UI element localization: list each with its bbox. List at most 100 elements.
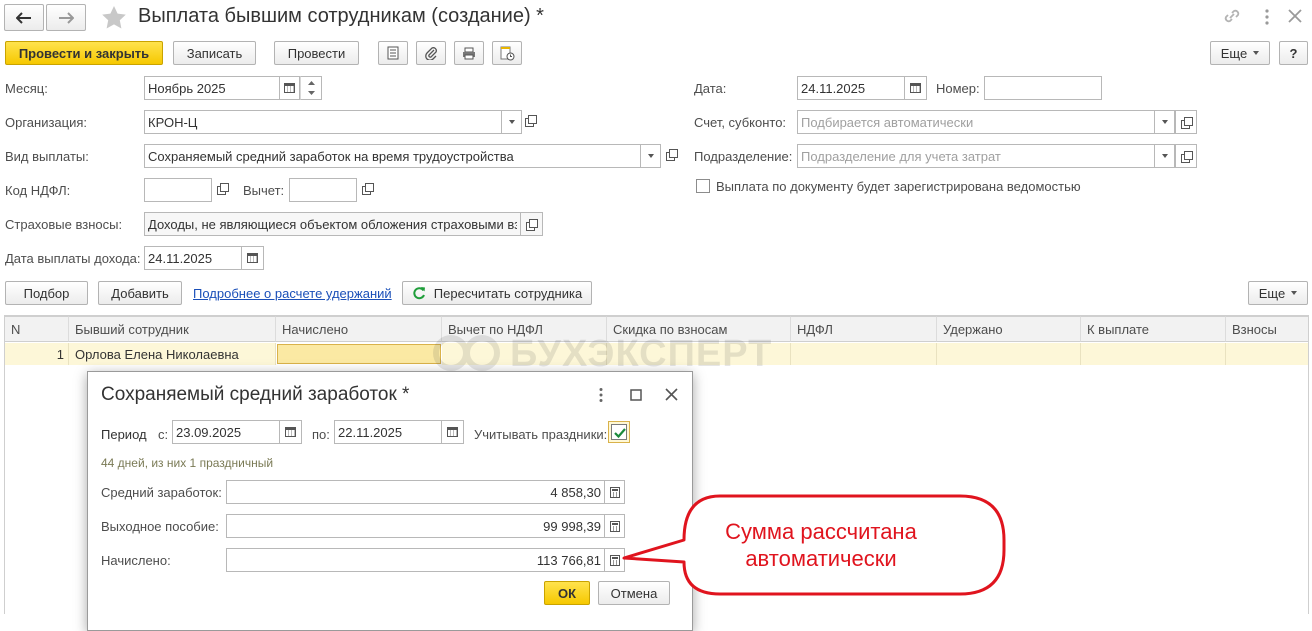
table-row-cell-contributions[interactable] <box>1226 343 1308 365</box>
recalc-label: Пересчитать сотрудника <box>433 285 583 301</box>
ok-button[interactable]: ОК <box>544 581 590 605</box>
dialog-maximize-icon[interactable] <box>630 389 642 401</box>
account-placeholder: Подбирается автоматически <box>801 114 974 130</box>
table-row-cell-ndfl[interactable] <box>791 343 937 365</box>
print-button[interactable] <box>454 41 484 65</box>
table-row-cell-withheld[interactable] <box>937 343 1081 365</box>
number-label: Номер: <box>936 81 980 96</box>
column-header-withheld[interactable]: Удержано <box>937 316 1081 342</box>
department-open-button[interactable] <box>1175 144 1197 168</box>
accrued-field[interactable]: 113 766,81 <box>226 548 605 572</box>
column-header-to-pay[interactable]: К выплате <box>1081 316 1226 342</box>
close-icon[interactable] <box>1287 8 1303 24</box>
date-value: 24.11.2025 <box>801 80 866 96</box>
dialog-close-icon[interactable] <box>665 388 678 401</box>
period-from-label: с: <box>158 427 169 442</box>
dialog-kebab-icon[interactable] <box>598 387 604 403</box>
dialog-title: Сохраняемый средний заработок * <box>101 384 410 405</box>
calculator-icon <box>609 520 620 532</box>
date-calendar-button[interactable] <box>905 76 927 100</box>
table-row-cell-accrued[interactable] <box>277 344 441 364</box>
table-row-cell-employee[interactable]: Орлова Елена Николаевна <box>69 343 276 365</box>
period-from-field[interactable]: 23.09.2025 <box>172 420 280 444</box>
income-date-field[interactable]: 24.11.2025 <box>144 246 242 270</box>
month-field[interactable]: Ноябрь 2025 <box>144 76 280 100</box>
holidays-label: Учитывать праздники: <box>474 427 608 442</box>
open-icon <box>526 218 538 231</box>
pay-type-field[interactable]: Сохраняемый средний заработок на время т… <box>144 144 641 168</box>
details-link[interactable]: Подробнее о расчете удержаний <box>193 286 392 301</box>
favorite-star-icon[interactable] <box>101 5 127 30</box>
watermark-text: БУХЭКСПЕРТ <box>510 333 773 375</box>
calendar-icon <box>247 253 258 263</box>
chevron-down-icon <box>647 154 654 158</box>
table-row-cell-to-pay[interactable] <box>1081 343 1226 365</box>
table-row-cell-n[interactable]: 1 <box>5 343 69 365</box>
help-button[interactable]: ? <box>1279 41 1308 65</box>
account-label: Счет, субконто: <box>694 115 787 130</box>
report-button[interactable] <box>492 41 522 65</box>
month-calendar-button[interactable] <box>280 76 300 100</box>
account-field[interactable]: Подбирается автоматически <box>797 110 1155 134</box>
insurance-open-button[interactable] <box>521 212 543 236</box>
spin-up-icon <box>307 81 315 85</box>
journal-icon <box>387 46 399 60</box>
forward-button[interactable] <box>46 4 86 31</box>
organization-label: Организация: <box>5 115 88 130</box>
avg-salary-field[interactable]: 4 858,30 <box>226 480 605 504</box>
spin-down-icon <box>307 91 315 95</box>
period-from-calendar-button[interactable] <box>280 420 302 444</box>
column-header-accrued[interactable]: Начислено <box>276 316 442 342</box>
date-field[interactable]: 24.11.2025 <box>797 76 905 100</box>
recalc-button[interactable]: Пересчитать сотрудника <box>402 281 592 305</box>
journal-button[interactable] <box>378 41 408 65</box>
department-label: Подразделение: <box>694 149 793 164</box>
insurance-value: Доходы, не являющиеся объектом обложения… <box>148 216 517 232</box>
account-dropdown[interactable] <box>1155 110 1175 134</box>
pay-type-value: Сохраняемый средний заработок на время т… <box>148 148 514 164</box>
period-to-calendar-button[interactable] <box>442 420 464 444</box>
holidays-checkbox[interactable] <box>608 421 630 443</box>
attach-button[interactable] <box>416 41 446 65</box>
severance-field[interactable]: 99 998,39 <box>226 514 605 538</box>
more-button[interactable]: Еще <box>1210 41 1270 65</box>
pay-type-label: Вид выплаты: <box>5 149 89 164</box>
column-header-contributions[interactable]: Взносы <box>1226 316 1308 342</box>
insurance-field[interactable]: Доходы, не являющиеся объектом обложения… <box>144 212 521 236</box>
period-to-label: по: <box>312 427 330 442</box>
income-date-label: Дата выплаты дохода: <box>5 251 141 266</box>
document-clock-icon <box>500 46 514 60</box>
period-to-field[interactable]: 22.11.2025 <box>334 420 442 444</box>
column-header-n[interactable]: N <box>5 316 69 342</box>
save-button[interactable]: Записать <box>173 41 256 65</box>
department-dropdown[interactable] <box>1155 144 1175 168</box>
department-field[interactable]: Подразделение для учета затрат <box>797 144 1155 168</box>
paperclip-icon <box>425 47 437 60</box>
back-button[interactable] <box>4 4 44 31</box>
organization-dropdown[interactable] <box>502 110 522 134</box>
table-more-label: Еще <box>1258 285 1286 301</box>
column-header-employee[interactable]: Бывший сотрудник <box>69 316 276 342</box>
refresh-icon <box>413 287 425 300</box>
pick-button[interactable]: Подбор <box>5 281 88 305</box>
statement-checkbox[interactable] <box>696 179 710 193</box>
add-button[interactable]: Добавить <box>98 281 182 305</box>
column-header-ndfl[interactable]: НДФЛ <box>791 316 937 342</box>
number-field[interactable] <box>984 76 1102 100</box>
link-icon[interactable] <box>1222 6 1242 26</box>
ndfl-code-field[interactable] <box>144 178 212 202</box>
organization-field[interactable]: КРОН-Ц <box>144 110 502 134</box>
avg-salary-label: Средний заработок: <box>101 485 222 500</box>
month-spinner[interactable] <box>300 76 322 100</box>
calendar-icon <box>285 427 296 437</box>
pay-type-dropdown[interactable] <box>641 144 661 168</box>
callout-text: Сумма рассчитана автоматически <box>725 519 917 571</box>
post-button[interactable]: Провести <box>274 41 359 65</box>
post-and-close-button[interactable]: Провести и закрыть <box>5 41 163 65</box>
account-open-button[interactable] <box>1175 110 1197 134</box>
income-date-calendar-button[interactable] <box>242 246 264 270</box>
table-more-button[interactable]: Еще <box>1248 281 1308 305</box>
arrow-left-icon <box>16 11 31 24</box>
deduction-field[interactable] <box>289 178 357 202</box>
kebab-menu-icon[interactable] <box>1264 8 1270 26</box>
